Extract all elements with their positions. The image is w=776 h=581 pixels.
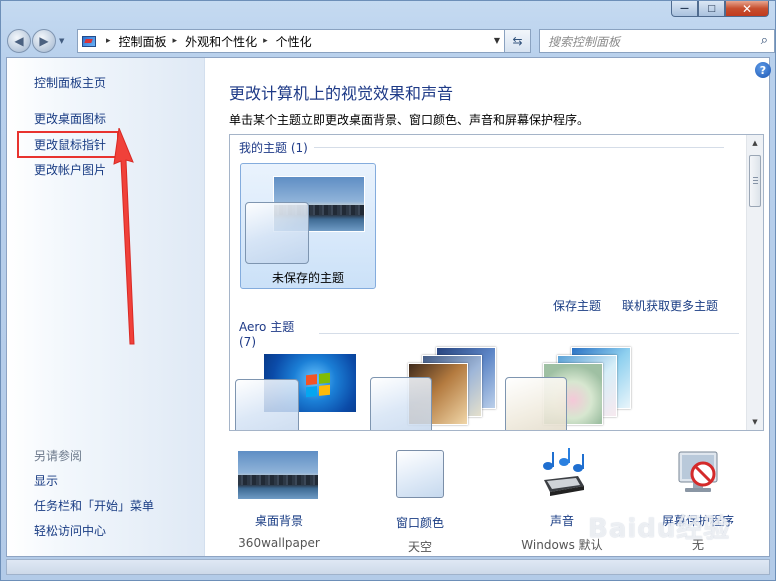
sounds-icon [502, 448, 622, 508]
theme-list-scrollbar[interactable]: ▲ ▼ [746, 135, 763, 430]
back-arrow-icon: ◀ [14, 34, 24, 48]
recent-pages-dropdown-icon[interactable]: ▼ [59, 37, 69, 45]
page-subtitle: 单击某个主题立即更改桌面背景、窗口颜色、声音和屏幕保护程序。 [229, 113, 590, 127]
breadcrumb-separator-icon[interactable]: ▸ [263, 36, 268, 46]
control-panel-icon [78, 30, 100, 52]
navigation-bar: ◀ ▶ ▼ ▸ 控制面板 ▸ 外观和个性化 ▸ 个性化 ▼ ⇆ 搜索控制面板 ⌕ [7, 27, 775, 55]
refresh-icon: ⇆ [512, 34, 523, 48]
address-bar[interactable]: ▸ 控制面板 ▸ 外观和个性化 ▸ 个性化 ▼ [77, 29, 505, 53]
window-color-setting[interactable]: 窗口颜色 天空 [360, 448, 480, 555]
maximize-button[interactable]: □ [698, 1, 725, 17]
sidebar-change-desktop-icons[interactable]: 更改桌面图标 [34, 110, 106, 127]
screen-saver-icon [638, 448, 758, 508]
breadcrumb-appearance[interactable]: 外观和个性化 [185, 33, 257, 50]
theme-list: 我的主题 (1) 未保存的主题 保存主题 联机获取更多主题 Aero 主题 (7… [229, 134, 764, 431]
theme-tile-windows7[interactable] [235, 353, 359, 430]
theme-tile-architecture[interactable] [370, 347, 496, 430]
back-button[interactable]: ◀ [7, 29, 31, 53]
scroll-down-icon[interactable]: ▼ [747, 414, 763, 430]
sidebar: 控制面板主页 更改桌面图标 更改鼠标指针 更改帐户图片 另请参阅 显示 任务栏和… [7, 58, 205, 556]
windows-logo-icon [306, 372, 330, 398]
scroll-up-icon[interactable]: ▲ [747, 135, 763, 151]
search-icon[interactable]: ⌕ [761, 33, 768, 48]
save-theme-link[interactable]: 保存主题 [553, 297, 601, 314]
aero-themes-label: Aero 主题 (7) [239, 320, 295, 349]
minimize-icon: — [680, 3, 689, 14]
scroll-thumb[interactable] [749, 155, 761, 207]
my-themes-label: 我的主题 (1) [239, 141, 308, 155]
theme-tile-unsaved[interactable]: 未保存的主题 [240, 163, 376, 289]
search-placeholder: 搜索控制面板 [548, 34, 621, 49]
address-dropdown-icon[interactable]: ▼ [494, 36, 500, 45]
annotation-arrow-icon [113, 128, 135, 345]
forward-arrow-icon: ▶ [39, 34, 49, 48]
forward-button[interactable]: ▶ [32, 29, 56, 53]
minimize-button[interactable]: — [671, 1, 698, 17]
theme-window-color-preview [370, 377, 432, 430]
window-controls: — □ ✕ [671, 1, 769, 17]
theme-window-color-preview [245, 202, 309, 264]
desktop-background-setting[interactable]: 桌面背景 360wallpaper [219, 448, 339, 550]
breadcrumb-control-panel[interactable]: 控制面板 [119, 33, 167, 50]
desktop-background-label: 桌面背景 [254, 514, 303, 528]
window-color-thumbnail [360, 450, 480, 510]
see-also-ease-of-access[interactable]: 轻松访问中心 [34, 522, 106, 539]
theme-window-color-preview [505, 377, 567, 430]
theme-tile-nature[interactable] [505, 347, 631, 430]
breadcrumb-separator-icon[interactable]: ▸ [173, 36, 178, 46]
get-more-themes-link[interactable]: 联机获取更多主题 [622, 297, 718, 314]
aero-themes-heading: Aero 主题 (7) [239, 318, 739, 349]
main-panel: 更改计算机上的视觉效果和声音 ? 单击某个主题立即更改桌面背景、窗口颜色、声音和… [206, 58, 771, 556]
baidu-watermark-url: jingyan.baidu.com [610, 538, 694, 548]
help-icon[interactable]: ? [755, 62, 771, 78]
refresh-button[interactable]: ⇆ [505, 29, 531, 53]
breadcrumb-personalization[interactable]: 个性化 [276, 33, 312, 50]
close-button[interactable]: ✕ [725, 1, 769, 17]
close-icon: ✕ [741, 1, 753, 16]
theme-tile-label: 未保存的主题 [271, 271, 344, 285]
search-input[interactable]: 搜索控制面板 ⌕ [539, 29, 775, 53]
see-also-display[interactable]: 显示 [34, 472, 58, 489]
sidebar-control-panel-home[interactable]: 控制面板主页 [34, 74, 106, 91]
status-bar [6, 559, 770, 575]
maximize-icon: □ [707, 3, 716, 14]
my-themes-heading: 我的主题 (1) [239, 139, 739, 156]
content-area: 控制面板主页 更改桌面图标 更改鼠标指针 更改帐户图片 另请参阅 显示 任务栏和… [6, 57, 771, 557]
see-also-taskbar-start-menu[interactable]: 任务栏和「开始」菜单 [34, 497, 154, 514]
breadcrumb: ▸ 控制面板 ▸ 外观和个性化 ▸ 个性化 [100, 33, 312, 50]
theme-window-color-preview [235, 379, 299, 430]
see-also-heading: 另请参阅 [34, 449, 83, 463]
window-color-value: 天空 [407, 540, 432, 554]
sidebar-change-account-picture[interactable]: 更改帐户图片 [34, 161, 106, 178]
desktop-background-thumbnail [219, 448, 339, 508]
page-title: 更改计算机上的视觉效果和声音 [229, 84, 454, 103]
breadcrumb-separator-icon[interactable]: ▸ [106, 36, 111, 46]
window-color-label: 窗口颜色 [395, 516, 444, 530]
desktop-background-value: 360wallpaper [238, 536, 320, 550]
